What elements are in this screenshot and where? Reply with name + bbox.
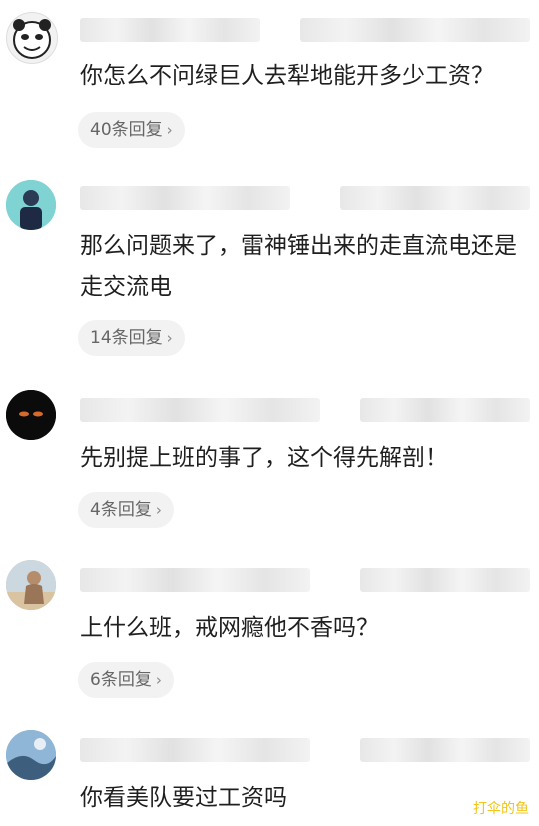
username-blurred <box>80 186 290 210</box>
reply-count-label: 6条回复 <box>90 670 152 690</box>
comment-text: 先别提上班的事了，这个得先解剖！ <box>80 445 448 471</box>
meta-blurred <box>300 18 530 42</box>
scenery-avatar-icon <box>6 730 56 780</box>
chevron-right-icon: › <box>166 329 173 347</box>
dark-eyes-avatar-icon <box>6 390 56 440</box>
comment-text: 你看美队要过工资吗 <box>80 785 287 811</box>
meta-blurred <box>360 398 530 422</box>
reply-count-label: 14条回复 <box>90 328 163 348</box>
username-blurred <box>80 568 310 592</box>
username-blurred <box>80 18 260 42</box>
chevron-right-icon: › <box>166 121 173 139</box>
comment-item: 那么问题来了，雷神锤出来的走直流电还是走交流电 14条回复 › <box>0 170 539 370</box>
reply-count-button[interactable]: 40条回复 › <box>78 112 185 148</box>
avatar[interactable] <box>6 730 56 780</box>
reply-count-label: 4条回复 <box>90 500 152 520</box>
meta-blurred <box>360 738 530 762</box>
reply-count-button[interactable]: 6条回复 › <box>78 662 174 698</box>
username-blurred <box>80 398 320 422</box>
chevron-right-icon: › <box>155 501 162 519</box>
avatar[interactable] <box>6 560 56 610</box>
comment-text: 上什么班，戒网瘾他不香吗？ <box>80 615 379 641</box>
comment-text: 你怎么不问绿巨人去犁地能开多少工资？ <box>80 63 494 89</box>
panda-face-icon <box>13 19 51 59</box>
meta-blurred <box>360 568 530 592</box>
username-blurred <box>80 738 310 762</box>
avatar[interactable] <box>6 180 56 230</box>
avatar[interactable] <box>6 390 56 440</box>
reply-count-button[interactable]: 14条回复 › <box>78 320 185 356</box>
comment-text: 那么问题来了，雷神锤出来的走直流电还是走交流电 <box>80 233 517 300</box>
reply-count-button[interactable]: 4条回复 › <box>78 492 174 528</box>
comment-item: 先别提上班的事了，这个得先解剖！ 4条回复 › <box>0 380 539 550</box>
watermark: 打伞的鱼 <box>473 801 529 817</box>
beach-photo-avatar-icon <box>6 560 56 610</box>
chevron-right-icon: › <box>155 671 162 689</box>
person-avatar-icon <box>6 180 56 230</box>
comment-item: 上什么班，戒网瘾他不香吗？ 6条回复 › <box>0 550 539 720</box>
avatar[interactable] <box>6 12 58 64</box>
reply-count-label: 40条回复 <box>90 120 163 140</box>
comment-item: 你怎么不问绿巨人去犁地能开多少工资？ 40条回复 › <box>0 0 539 160</box>
comment-item: 你看美队要过工资吗 <box>0 720 539 826</box>
meta-blurred <box>340 186 530 210</box>
